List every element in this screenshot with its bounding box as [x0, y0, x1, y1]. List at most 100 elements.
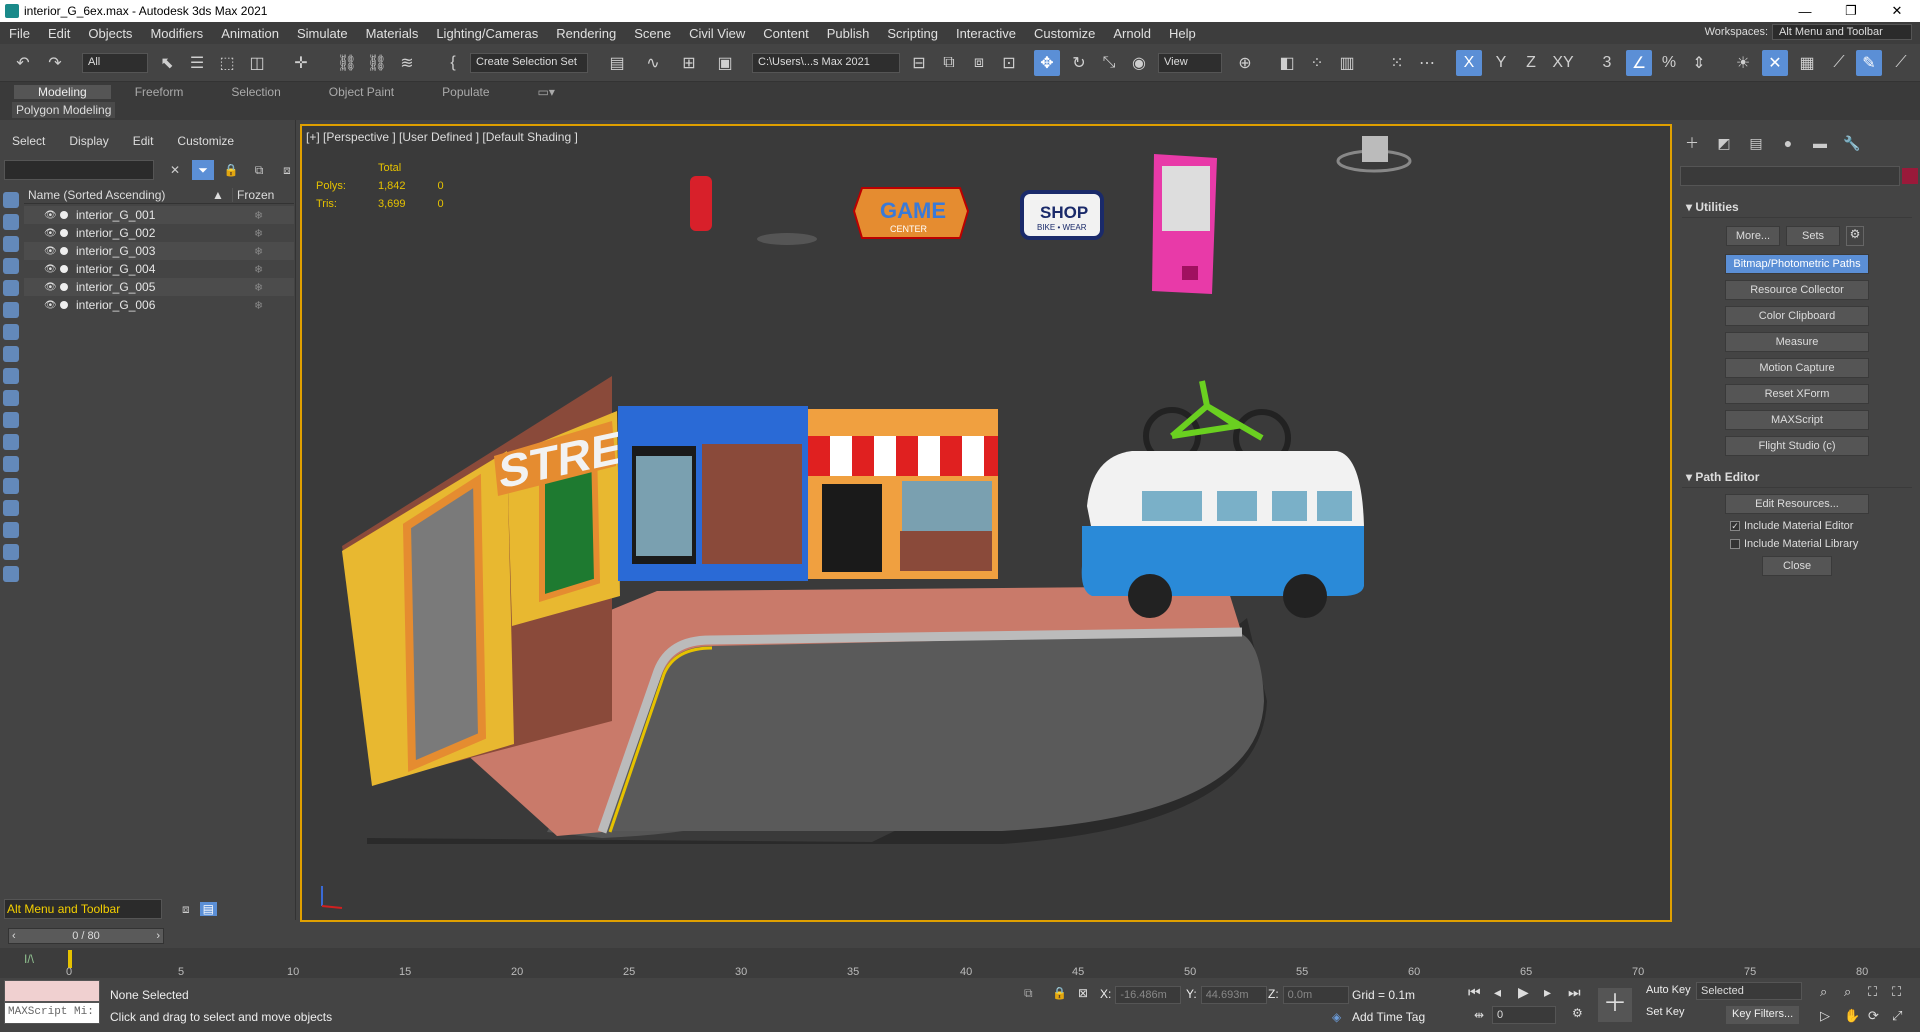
display-helpers-icon[interactable] — [3, 302, 19, 318]
tab-populate[interactable]: Populate — [418, 85, 513, 99]
menu-rendering[interactable]: Rendering — [547, 26, 625, 41]
select-move-icon[interactable]: ✥ — [1034, 50, 1060, 76]
workspace-dropdown[interactable]: Alt Menu and Toolbar — [1772, 24, 1912, 40]
go-to-end-icon[interactable]: ⏭ — [1568, 984, 1581, 1001]
display-all-icon[interactable] — [3, 500, 19, 516]
menu-content[interactable]: Content — [754, 26, 818, 41]
lock-icon[interactable]: 🔒 — [220, 160, 242, 180]
select-rotate-icon[interactable]: ↻ — [1066, 50, 1092, 76]
axis-x-button[interactable]: X — [1456, 50, 1482, 76]
configure-sets-icon[interactable]: ⚙ — [1846, 226, 1864, 246]
display-geometry-icon[interactable] — [3, 214, 19, 230]
menu-modifiers[interactable]: Modifiers — [141, 26, 212, 41]
xform-icon[interactable]: ✕ — [1762, 50, 1788, 76]
select-manipulate-icon[interactable]: ◧ — [1274, 50, 1300, 76]
ribbon-options-icon[interactable]: ▭▾ — [514, 85, 579, 99]
menu-civil-view[interactable]: Civil View — [680, 26, 754, 41]
select-scale-icon[interactable]: ⤡ — [1096, 50, 1122, 76]
bind-space-warp-icon[interactable]: ≋ — [394, 50, 420, 76]
flight-studio-button[interactable]: Flight Studio (c) — [1725, 436, 1869, 456]
z-field[interactable]: 0.0m — [1282, 986, 1349, 1004]
list-item[interactable]: 👁 interior_G_006 ❄ — [24, 296, 294, 314]
maximize-button[interactable]: ❐ — [1828, 0, 1874, 22]
redo-icon[interactable]: ↷ — [42, 50, 68, 76]
tab-object-paint[interactable]: Object Paint — [305, 85, 418, 99]
menu-scene[interactable]: Scene — [625, 26, 680, 41]
menu-file[interactable]: File — [0, 26, 39, 41]
spinner-snap-icon[interactable]: ⇕ — [1686, 50, 1712, 76]
orbit-icon[interactable]: ⟳ — [1868, 1008, 1879, 1024]
menu-interactive[interactable]: Interactive — [947, 26, 1025, 41]
utilities-title[interactable]: ▾ Utilities — [1682, 196, 1912, 218]
explorer-menu-display[interactable]: Display — [57, 134, 120, 148]
tab-freeform[interactable]: Freeform — [111, 85, 208, 99]
render-setup-icon[interactable]: ▣ — [712, 50, 738, 76]
edit-resources-button[interactable]: Edit Resources... — [1725, 494, 1869, 514]
auto-key-button[interactable]: Auto Key — [1640, 982, 1697, 1000]
menu-lighting-cameras[interactable]: Lighting/Cameras — [427, 26, 547, 41]
material-icon[interactable]: ⟋ — [1826, 50, 1852, 76]
filter-funnel-icon[interactable] — [3, 544, 19, 560]
include-material-library-checkbox[interactable]: Include Material Library — [1730, 538, 1912, 550]
angle-snap-icon[interactable]: ∠ — [1626, 50, 1652, 76]
maximize-viewport-icon[interactable]: ⤢ — [1892, 1008, 1902, 1024]
percent-snap-icon[interactable]: % — [1656, 50, 1682, 76]
close-button-panel[interactable]: Close — [1762, 556, 1832, 576]
checkbox-checked-icon[interactable]: ✓ — [1730, 521, 1740, 531]
key-filters-button[interactable]: Key Filters... — [1726, 1006, 1800, 1024]
sort-ascending-icon[interactable]: ▲ — [212, 188, 224, 202]
select-and-move-icon[interactable]: ✛ — [288, 50, 314, 76]
measure-button[interactable]: Measure — [1725, 332, 1869, 352]
axis-z-button[interactable]: Z — [1518, 50, 1544, 76]
play-icon[interactable]: ▶ — [1518, 984, 1529, 1001]
close-button[interactable]: ✕ — [1874, 0, 1920, 22]
snap-3d-icon[interactable]: 3 — [1594, 50, 1620, 76]
array-icon[interactable]: ⧈ — [966, 50, 992, 76]
column-name[interactable]: Name (Sorted Ascending) — [28, 188, 165, 202]
sets-button[interactable]: Sets — [1786, 226, 1840, 246]
menu-customize[interactable]: Customize — [1025, 26, 1104, 41]
time-slider-handle[interactable]: ‹ 0 / 80 › — [8, 928, 164, 944]
zoom-all-icon[interactable]: ⌕ — [1844, 984, 1851, 1000]
menu-scripting[interactable]: Scripting — [878, 26, 947, 41]
track-bar[interactable]: I/\ 0 5 10 15 20 25 30 35 40 45 50 55 60… — [0, 948, 1920, 978]
key-mode-icon[interactable]: ⇹ — [1474, 1008, 1484, 1022]
list-item[interactable]: 👁 interior_G_004 ❄ — [24, 260, 294, 278]
edit-named-sel-icon[interactable]: ⁙ — [1384, 50, 1410, 76]
eye-icon[interactable]: 👁 — [44, 210, 57, 221]
snaps-toggle-icon[interactable]: ▥ — [1334, 50, 1360, 76]
display-bones-icon[interactable] — [3, 390, 19, 406]
display-lights-icon[interactable] — [3, 258, 19, 274]
pivot-center-icon[interactable]: ⊕ — [1232, 50, 1258, 76]
display-xrefs-icon[interactable] — [3, 368, 19, 384]
checkbox-unchecked-icon[interactable] — [1730, 539, 1740, 549]
explorer-menu-select[interactable]: Select — [0, 134, 57, 148]
freeze-icon[interactable]: ❄ — [254, 281, 263, 294]
menu-publish[interactable]: Publish — [818, 26, 879, 41]
scene-explorer-icon[interactable]: ▤ — [604, 50, 630, 76]
unlink-icon[interactable]: ⛓ — [364, 50, 390, 76]
minimize-button[interactable]: — — [1782, 0, 1828, 22]
list-item[interactable]: 👁 interior_G_001 ❄ — [24, 206, 294, 224]
previous-frame-icon[interactable]: ◂ — [1494, 984, 1501, 1001]
polygon-modeling-tab[interactable]: Polygon Modeling — [12, 102, 116, 118]
time-config-icon[interactable]: ⚙ — [1572, 1006, 1583, 1020]
zoom-extents-icon[interactable]: ⛶ — [1868, 984, 1877, 1000]
explorer-menu-customize[interactable]: Customize — [165, 134, 246, 148]
zoom-icon[interactable]: ⌕ — [1820, 984, 1827, 1000]
pan-icon[interactable]: ✋ — [1844, 1008, 1860, 1024]
eye-icon[interactable]: 👁 — [44, 300, 57, 311]
set-key-button[interactable]: Set Key — [1640, 1004, 1691, 1022]
list-item[interactable]: 👁 interior_G_002 ❄ — [24, 224, 294, 242]
time-tag-icon[interactable]: ◈ — [1332, 1010, 1341, 1024]
prev-frame-icon[interactable]: ‹ — [12, 929, 16, 943]
keyboard-shortcut-icon[interactable]: ⁘ — [1304, 50, 1330, 76]
go-to-start-icon[interactable]: ⏮ — [1468, 984, 1481, 1001]
tab-modeling[interactable]: Modeling — [14, 85, 111, 99]
maxscript-input[interactable]: MAXScript Mi: — [4, 1002, 100, 1024]
clear-search-icon[interactable]: ✕ — [164, 160, 186, 180]
utilities-tab-icon[interactable]: 🔧 — [1840, 132, 1864, 154]
list-item[interactable]: 👁 interior_G_005 ❄ — [24, 278, 294, 296]
next-frame-button-icon[interactable]: ▸ — [1544, 984, 1551, 1001]
axis-xy-button[interactable]: XY — [1550, 50, 1576, 76]
